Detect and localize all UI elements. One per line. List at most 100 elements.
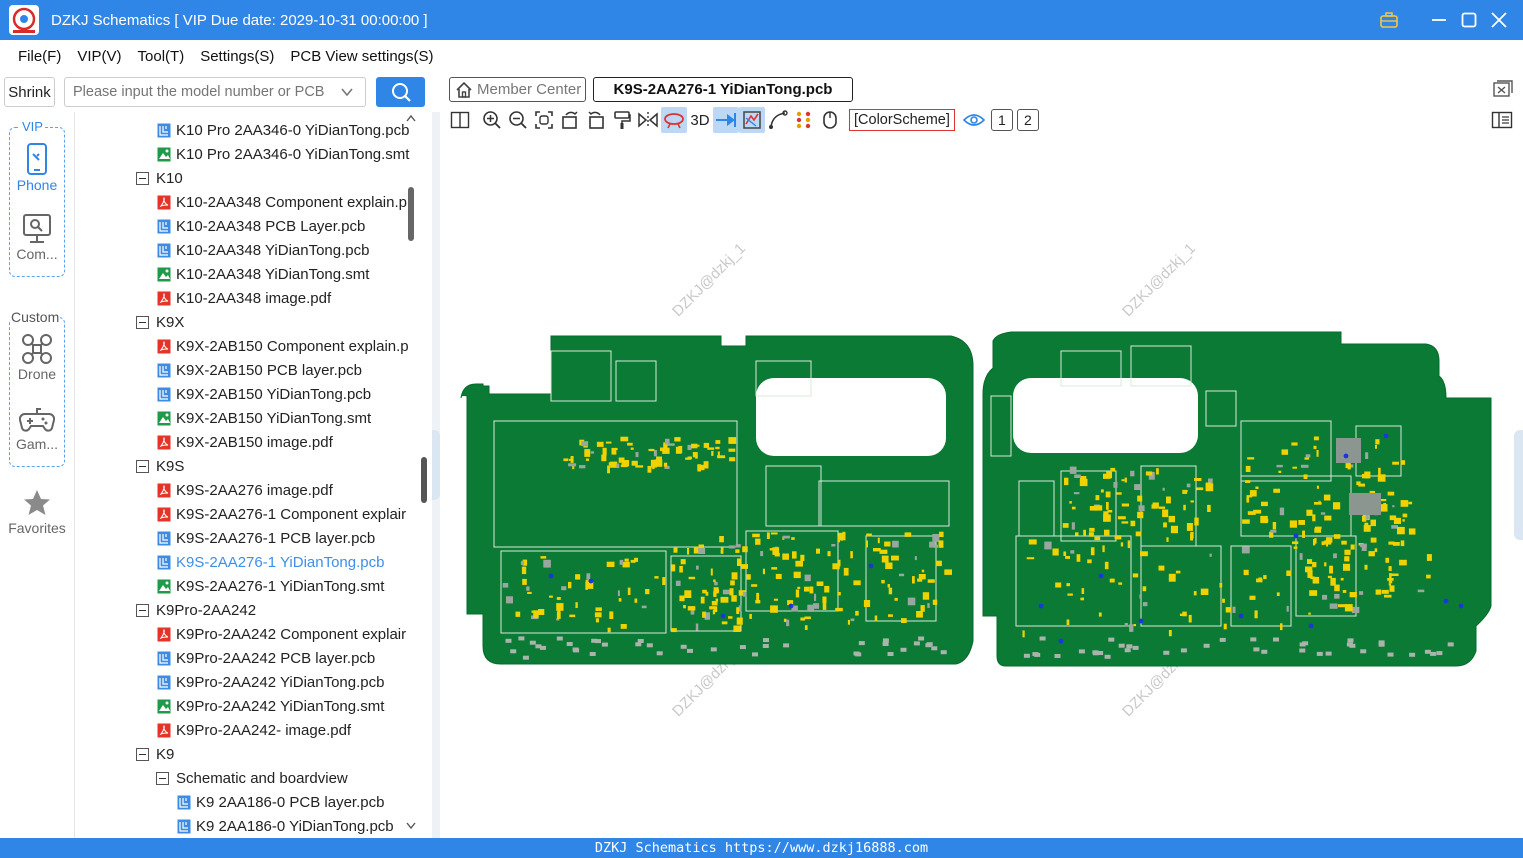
category-phone[interactable]: Phone <box>0 142 74 193</box>
tree-file[interactable]: K10 Pro 2AA346-0 YiDianTong.smt <box>157 142 409 166</box>
splitter-thumb[interactable] <box>421 457 427 503</box>
panel-toggle-icon[interactable] <box>1489 107 1515 133</box>
tree-folder[interactable]: Schematic and boardview <box>156 766 348 790</box>
phone-icon <box>27 143 47 175</box>
pcb-pad <box>920 605 925 612</box>
scroll-down-icon[interactable] <box>406 822 416 830</box>
menu-file[interactable]: File(F) <box>10 48 69 65</box>
collapse-toggle-icon[interactable] <box>136 747 149 761</box>
tree-file[interactable]: K9S-2AA276 image.pdf <box>157 478 333 502</box>
layer-2-button[interactable]: 2 <box>1016 109 1039 131</box>
search-box[interactable] <box>64 77 366 107</box>
tree-file[interactable]: K10 Pro 2AA346-0 YiDianTong.pcb <box>157 118 410 142</box>
shrink-button[interactable]: Shrink <box>4 77 55 107</box>
collapse-toggle-icon[interactable] <box>136 459 149 473</box>
pcb-canvas[interactable]: DZKJ@dzkj_1 DZKJ@dzkj_1 DZKJ@dzkj_1 DZKJ… <box>441 136 1523 838</box>
favorites-label: Favorites <box>8 520 66 536</box>
trace-view-icon[interactable] <box>739 107 765 133</box>
split-view-icon[interactable] <box>447 107 473 133</box>
pcb-pad <box>1409 652 1416 657</box>
curve-tool-icon[interactable] <box>765 107 791 133</box>
category-drone[interactable]: Drone <box>0 332 74 382</box>
rotate-right-icon[interactable] <box>583 107 609 133</box>
layer-1-button[interactable]: 1 <box>990 109 1013 131</box>
tree-folder[interactable]: K9 <box>136 742 174 766</box>
menu-pcb-view-settings[interactable]: PCB View settings(S) <box>282 48 441 65</box>
zoom-in-icon[interactable] <box>479 107 505 133</box>
tree-scroll-thumb[interactable] <box>408 187 414 241</box>
rotate-left-icon[interactable] <box>557 107 583 133</box>
briefcase-icon[interactable] <box>1379 10 1399 30</box>
close-tabs-icon[interactable] <box>1493 80 1513 102</box>
dots-grid-icon[interactable] <box>791 107 817 133</box>
color-scheme-button[interactable]: [ColorScheme] <box>849 109 955 131</box>
tree-file[interactable]: K9X-2AB150 image.pdf <box>157 430 333 454</box>
menu-tool[interactable]: Tool(T) <box>130 48 193 65</box>
pcb-pad <box>762 568 765 575</box>
collapse-toggle-icon[interactable] <box>136 171 149 185</box>
tree-file[interactable]: K9Pro-2AA242- image.pdf <box>157 718 351 742</box>
maximize-button[interactable] <box>1459 10 1479 30</box>
collapse-toggle-icon[interactable] <box>136 603 149 617</box>
tree-file[interactable]: K9X-2AB150 PCB layer.pcb <box>157 358 362 382</box>
pcb-board-drawing[interactable] <box>441 136 1523 838</box>
tab-active-pcb[interactable]: K9S-2AA276-1 YiDianTong.pcb <box>593 77 853 102</box>
menu-settings[interactable]: Settings(S) <box>192 48 282 65</box>
pcb-pad <box>914 556 917 561</box>
tree-folder[interactable]: K10 <box>136 166 183 190</box>
pcb-pad <box>762 644 769 648</box>
favorites[interactable]: Favorites <box>0 488 74 536</box>
tree-file[interactable]: K9X-2AB150 YiDianTong.pcb <box>157 382 371 406</box>
eye-icon[interactable] <box>961 107 987 133</box>
scroll-up-icon[interactable] <box>406 114 416 122</box>
tree-file[interactable]: K10-2AA348 PCB Layer.pcb <box>157 214 365 238</box>
tree-file[interactable]: K9S-2AA276-1 YiDianTong.pcb <box>157 550 384 574</box>
pcb-pad <box>1203 643 1210 648</box>
tree-file[interactable]: K9 2AA186-0 YiDianTong.pcb <box>177 814 394 838</box>
tree-folder[interactable]: K9Pro-2AA242 <box>136 598 256 622</box>
tree-file[interactable]: K9Pro-2AA242 Component explair <box>157 622 406 646</box>
tree-file[interactable]: K10-2AA348 image.pdf <box>157 286 331 310</box>
format-painter-icon[interactable] <box>609 107 635 133</box>
collapse-right-handle[interactable] <box>1514 430 1523 540</box>
tab-member-center[interactable]: Member Center <box>449 77 586 102</box>
collapse-left-handle[interactable] <box>432 430 440 500</box>
tree-file[interactable]: K9X-2AB150 YiDianTong.smt <box>157 406 371 430</box>
tree-file[interactable]: K9Pro-2AA242 PCB layer.pcb <box>157 646 375 670</box>
collapse-toggle-icon[interactable] <box>156 771 169 785</box>
pcb-pad <box>1385 557 1390 563</box>
pin-arrow-icon[interactable] <box>713 107 739 133</box>
3d-button[interactable]: 3D <box>687 112 713 129</box>
tree-file[interactable]: K9Pro-2AA242 YiDianTong.pcb <box>157 670 384 694</box>
tree-file[interactable]: K10-2AA348 YiDianTong.smt <box>157 262 369 286</box>
tree-scrollbar[interactable] <box>405 112 417 838</box>
tree-file[interactable]: K10-2AA348 Component explain.p <box>157 190 407 214</box>
mouse-icon[interactable] <box>817 107 843 133</box>
pcb-pad <box>1408 528 1416 535</box>
collapse-toggle-icon[interactable] <box>136 315 149 329</box>
pcb-pad <box>1326 537 1333 543</box>
tree-file[interactable]: K9Pro-2AA242 YiDianTong.smt <box>157 694 384 718</box>
tree-file[interactable]: K9 2AA186-0 PCB layer.pcb <box>177 790 384 814</box>
category-game[interactable]: Gam... <box>0 402 74 452</box>
pcb-pad <box>1292 466 1297 469</box>
mirror-icon[interactable] <box>635 107 661 133</box>
close-button[interactable] <box>1489 10 1509 30</box>
fit-view-icon[interactable] <box>531 107 557 133</box>
tree-file[interactable]: K10-2AA348 YiDianTong.pcb <box>157 238 369 262</box>
minimize-button[interactable] <box>1429 10 1449 30</box>
tree-folder[interactable]: K9X <box>136 310 184 334</box>
tree-file[interactable]: K9S-2AA276-1 PCB layer.pcb <box>157 526 375 550</box>
chevron-down-icon[interactable] <box>339 84 355 100</box>
tree-file[interactable]: K9S-2AA276-1 YiDianTong.smt <box>157 574 384 598</box>
highlight-net-icon[interactable] <box>661 107 687 133</box>
tree-folder[interactable]: K9S <box>136 454 184 478</box>
menu-vip[interactable]: VIP(V) <box>69 48 129 65</box>
search-input[interactable] <box>73 84 335 100</box>
zoom-out-icon[interactable] <box>505 107 531 133</box>
tree-file[interactable]: K9X-2AB150 Component explain.p <box>157 334 409 358</box>
category-computer[interactable]: Com... <box>0 212 74 262</box>
tree-file[interactable]: K9S-2AA276-1 Component explair <box>157 502 406 526</box>
search-button[interactable] <box>376 77 425 107</box>
pcb-pad <box>1280 623 1283 631</box>
